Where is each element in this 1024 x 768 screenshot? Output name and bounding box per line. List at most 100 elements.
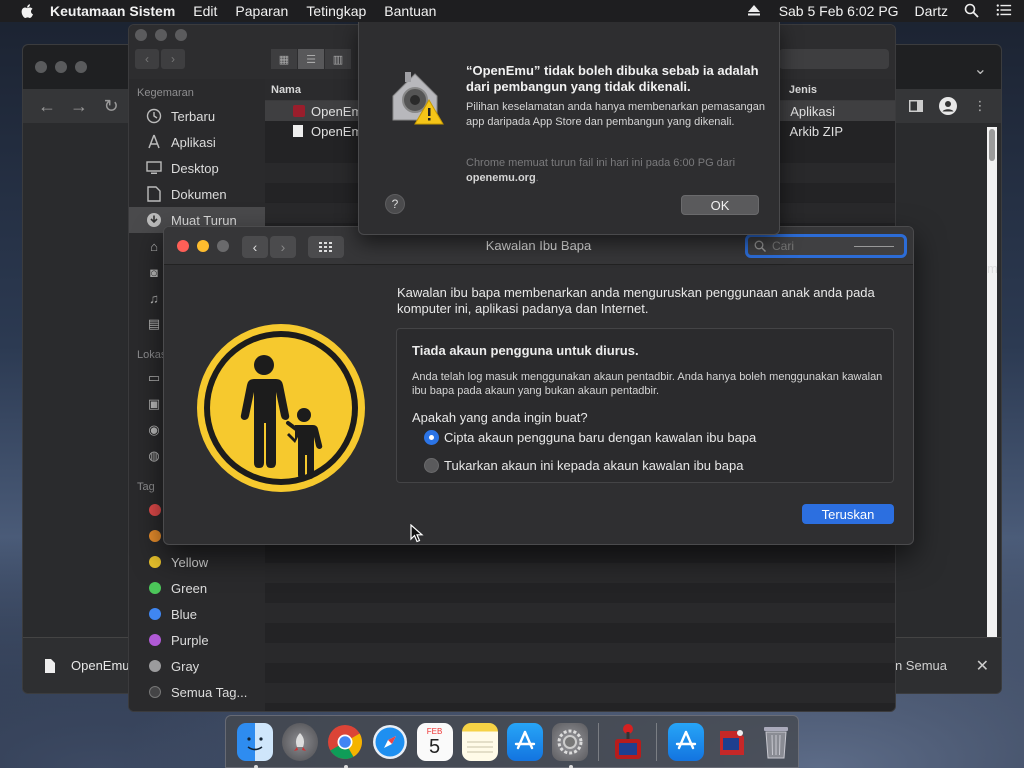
eject-icon[interactable]	[747, 3, 763, 19]
radio-unselected[interactable]	[424, 458, 439, 473]
option-convert-account[interactable]: Tukarkan akaun ini kepada akaun kawalan …	[424, 458, 743, 473]
finder-zoom-button[interactable]	[175, 29, 187, 41]
home-icon: ⌂	[150, 238, 158, 254]
chrome-minimize-button[interactable]	[55, 61, 67, 73]
search-placeholder: Cari	[772, 239, 795, 253]
finder-search-field[interactable]	[779, 49, 889, 69]
finder-forward-button[interactable]: ›	[161, 49, 185, 69]
file-icon	[45, 658, 55, 673]
box-heading: Tiada akaun pengguna untuk diurus.	[412, 343, 639, 358]
help-button[interactable]: ?	[385, 194, 405, 214]
purple-tag-dot	[149, 634, 161, 646]
file-kind: Aplikasi	[790, 103, 835, 119]
list-view-button[interactable]: ☰	[298, 49, 324, 69]
sidebar-item-label: Desktop	[171, 160, 219, 176]
launchpad-icon[interactable]	[281, 722, 318, 761]
tag-label: Gray	[171, 658, 200, 674]
tag-label: Yellow	[171, 554, 209, 570]
finder-back-button[interactable]: ‹	[135, 49, 159, 69]
tag-label: Blue	[171, 606, 198, 622]
download-item[interactable]: OpenEmu	[45, 658, 130, 673]
sidebar-item-desktop[interactable]: Desktop	[129, 155, 265, 181]
sidebar-item-documents[interactable]: Dokumen	[129, 181, 265, 207]
menu-help[interactable]: Bantuan	[384, 3, 436, 19]
finder-icon[interactable]	[236, 722, 273, 768]
account-options-box: Tiada akaun pengguna untuk diurus. Anda …	[396, 328, 894, 483]
sidebar-tag-yellow[interactable]: Yellow	[129, 549, 265, 575]
mouse-cursor-icon	[410, 524, 424, 543]
continue-button[interactable]: Teruskan	[802, 504, 894, 524]
app-store-icon[interactable]	[667, 722, 704, 761]
chevron-down-icon[interactable]: ⌄	[974, 59, 987, 79]
download-item-name: OpenEmu	[71, 658, 130, 673]
chrome-zoom-button[interactable]	[75, 61, 87, 73]
sidebar-all-tags[interactable]: Semua Tag...	[129, 679, 265, 705]
radio-selected[interactable]	[424, 430, 439, 445]
note-source: openemu.org	[466, 172, 536, 184]
sidebar-tag-green[interactable]: Green	[129, 575, 265, 601]
calendar-month: FEB	[426, 727, 443, 736]
notes-icon[interactable]	[461, 722, 498, 761]
finder-minimize-button[interactable]	[155, 29, 167, 41]
intro-text: Kawalan ibu bapa membenarkan anda mengur…	[397, 285, 875, 316]
system-preferences-icon[interactable]	[551, 722, 588, 768]
openemu-icon[interactable]	[713, 723, 749, 761]
box-description: Anda telah log masuk menggunakan akaun p…	[412, 371, 883, 397]
sidebar-tag-gray[interactable]: Gray	[129, 653, 265, 679]
sidebar-tag-purple[interactable]: Purple	[129, 627, 265, 653]
spotlight-search-icon[interactable]	[964, 3, 980, 19]
file-name: OpenEm	[311, 103, 363, 119]
file-kind: Arkib ZIP	[789, 123, 843, 139]
downloads-icon	[145, 211, 163, 229]
menu-view[interactable]: Paparan	[235, 3, 288, 19]
icon-view-button[interactable]: ▦	[271, 49, 297, 69]
menu-user[interactable]: Dartz	[915, 3, 948, 19]
alert-title: “OpenEmu” tidak boleh dibuka sebab ia ad…	[466, 63, 759, 94]
notification-center-icon[interactable]	[996, 3, 1012, 19]
app-store-icon[interactable]	[506, 722, 543, 761]
show-all-downloads-link[interactable]: n Semua	[895, 658, 947, 673]
menu-app-name[interactable]: Keutamaan Sistem	[50, 3, 175, 19]
trash-icon[interactable]	[758, 723, 794, 761]
safari-icon[interactable]	[372, 723, 408, 761]
sidebar-tag-blue[interactable]: Blue	[129, 601, 265, 627]
reload-icon[interactable]: ↻	[99, 94, 123, 118]
forward-arrow-icon[interactable]: →	[67, 94, 91, 118]
option-create-new-account[interactable]: Cipta akaun pengguna baru dengan kawalan…	[424, 430, 756, 445]
parental-controls-window: ‹ › Kawalan Ibu Bapa Cari Kawalan ibu ba…	[163, 226, 914, 545]
camera-icon: ◙	[150, 264, 158, 280]
parental-controls-icon	[197, 324, 365, 492]
column-kind-header[interactable]: Jenis	[789, 84, 817, 96]
apple-menu-icon[interactable]	[20, 3, 36, 19]
question-label: Apakah yang anda ingin buat?	[412, 410, 588, 425]
more-vert-icon[interactable]: ⋮	[969, 95, 991, 117]
close-icon[interactable]: ✕	[976, 656, 989, 676]
tag-label: Purple	[171, 632, 209, 648]
sidebar-panel-icon[interactable]	[905, 95, 927, 117]
favourites-heading: Kegemaran	[137, 87, 194, 99]
clock-icon	[145, 107, 163, 125]
chrome-scrollbar[interactable]	[987, 127, 997, 637]
calendar-icon[interactable]: FEB 5	[416, 722, 453, 761]
sidebar-item-applications[interactable]: Aplikasi	[129, 129, 265, 155]
back-arrow-icon[interactable]: ←	[35, 94, 59, 118]
ok-button[interactable]: OK	[681, 195, 759, 215]
network-globe-icon: ◍	[148, 448, 160, 463]
openemu-app-icon	[293, 105, 305, 117]
column-view-button[interactable]: ▥	[325, 49, 351, 69]
sidebar-item-recents[interactable]: Terbaru	[129, 103, 265, 129]
column-name-header[interactable]: Nama	[271, 84, 301, 96]
red-tag-dot	[149, 504, 161, 516]
gray-tag-dot	[149, 660, 161, 672]
finder-close-button[interactable]	[135, 29, 147, 41]
menu-window[interactable]: Tetingkap	[306, 3, 366, 19]
sidebar-item-label: Dokumen	[171, 186, 227, 202]
profile-avatar-icon[interactable]	[937, 95, 959, 117]
security-warning-icon	[392, 72, 444, 125]
chrome-close-button[interactable]	[35, 61, 47, 73]
menu-clock[interactable]: Sab 5 Feb 6:02 PG	[779, 3, 899, 19]
search-input[interactable]: Cari	[745, 234, 907, 258]
menu-edit[interactable]: Edit	[193, 3, 217, 19]
openemu-icon[interactable]	[610, 723, 646, 761]
chrome-icon[interactable]	[327, 723, 363, 768]
